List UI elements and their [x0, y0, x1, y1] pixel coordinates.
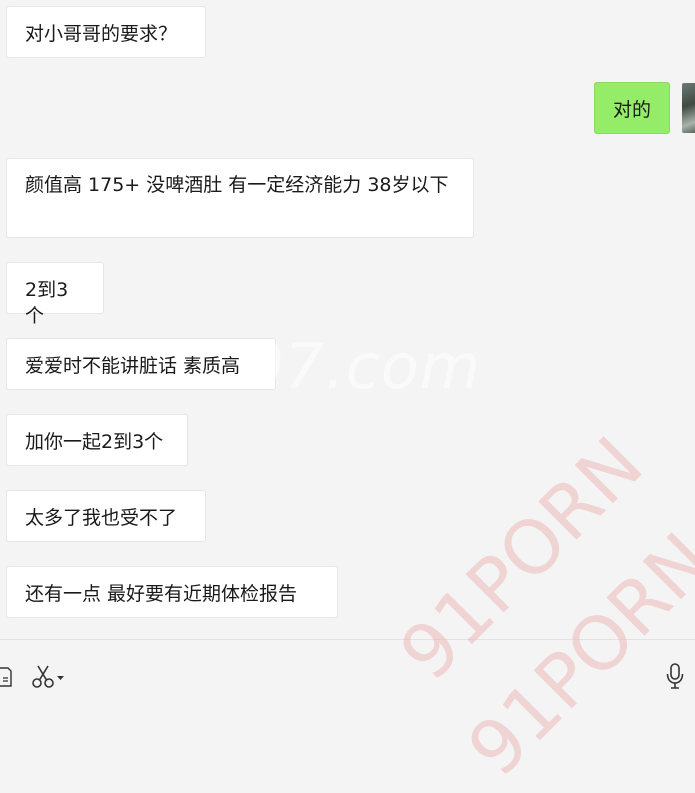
- message-bubble-incoming[interactable]: 还有一点 最好要有近期体检报告: [6, 566, 338, 618]
- message-text: 加你一起2到3个: [25, 431, 164, 453]
- microphone-icon[interactable]: [665, 662, 685, 694]
- message-bubble-incoming[interactable]: 太多了我也受不了: [6, 490, 206, 542]
- message-bubble-incoming[interactable]: 爱爱时不能讲脏话 素质高: [6, 338, 276, 390]
- chat-message-area[interactable]: 对小哥哥的要求？ 对的 颜值高 175+ 没啤酒肚 有一定经济能力 38岁以下 …: [0, 0, 695, 640]
- message-bubble-incoming[interactable]: 加你一起2到3个: [6, 414, 188, 466]
- message-text: 2到3个: [25, 279, 69, 327]
- scissors-icon[interactable]: [32, 664, 68, 694]
- message-row-incoming: 爱爱时不能讲脏话 素质高: [6, 338, 276, 390]
- file-icon[interactable]: [0, 666, 12, 692]
- message-row-incoming: 加你一起2到3个: [6, 414, 188, 466]
- message-row-incoming: 对小哥哥的要求？: [6, 6, 206, 58]
- input-toolbar: [0, 640, 695, 736]
- message-bubble-incoming[interactable]: 2到3个: [6, 262, 104, 327]
- message-row-incoming: 2到3个: [6, 262, 104, 327]
- message-row-incoming: 颜值高 175+ 没啤酒肚 有一定经济能力 38岁以下: [6, 158, 474, 238]
- message-bubble-outgoing[interactable]: 对的: [594, 82, 670, 134]
- message-row-incoming: 还有一点 最好要有近期体检报告: [6, 566, 338, 618]
- message-row-outgoing: 对的: [594, 82, 670, 134]
- message-text: 对小哥哥的要求？: [25, 23, 178, 45]
- message-text: 爱爱时不能讲脏话 素质高: [25, 355, 241, 377]
- message-text: 颜值高 175+ 没啤酒肚 有一定经济能力 38岁以下: [25, 174, 449, 196]
- message-text: 还有一点 最好要有近期体检报告: [25, 583, 298, 605]
- message-text: 太多了我也受不了: [25, 507, 178, 529]
- user-avatar[interactable]: [682, 83, 695, 133]
- message-bubble-incoming[interactable]: 对小哥哥的要求？: [6, 6, 206, 58]
- message-row-incoming: 太多了我也受不了: [6, 490, 206, 542]
- message-bubble-incoming[interactable]: 颜值高 175+ 没啤酒肚 有一定经济能力 38岁以下: [6, 158, 474, 238]
- message-text: 对的: [613, 99, 652, 121]
